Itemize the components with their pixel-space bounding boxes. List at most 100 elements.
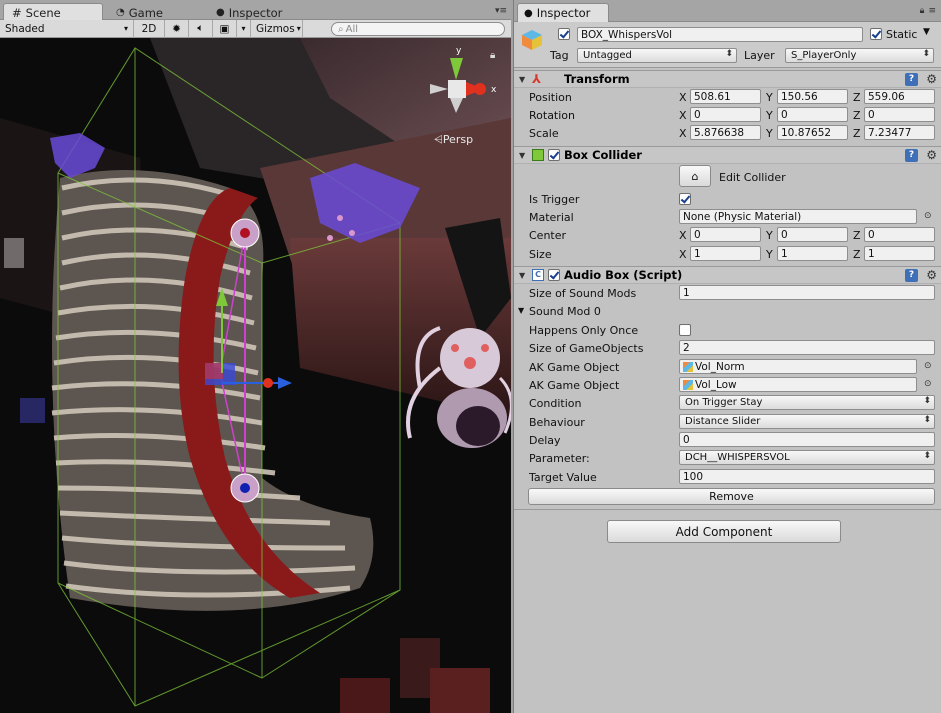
help-icon[interactable]: ? [905,268,918,282]
ak-gameobject-field-2[interactable]: Vol_Low [679,377,917,392]
static-dropdown-arrow-icon[interactable]: ▼ [923,27,930,37]
lock-icon[interactable]: 🔒︎ [920,6,925,16]
tag-dropdown[interactable]: Untagged [577,48,737,63]
dropdown-arrow-icon: ▾ [123,24,128,33]
size-sound-mods-label: Size of Sound Mods [529,287,637,300]
gizmos-dropdown[interactable]: Gizmos ▾ [251,19,303,38]
inspector-panel: ● Inspector 🔒︎ ≡ BOX_WhispersVol Static … [513,0,941,713]
rotation-x-field[interactable]: 0 [690,107,761,122]
active-checkbox[interactable] [558,28,570,40]
dropdown-arrow-icon: ▾ [296,24,301,33]
material-label: Material [529,211,574,224]
lock-icon[interactable]: 🔒︎ [490,50,495,61]
object-picker-icon[interactable]: ⊙ [924,379,934,389]
component-separator [514,509,941,510]
box-collider-enabled-checkbox[interactable] [548,149,560,161]
tab-menu-icon[interactable]: ≡ [928,6,936,16]
happens-once-checkbox[interactable] [679,324,691,336]
rotation-y-field[interactable]: 0 [777,107,848,122]
lighting-toggle-icon[interactable]: ✹ [165,19,189,38]
position-x-field[interactable]: 508.61 [690,89,761,104]
parameter-label: Parameter: [529,452,590,465]
rotation-z-field[interactable]: 0 [864,107,935,122]
size-x-field[interactable]: 1 [690,246,761,261]
projection-toggle[interactable]: ⩤Persp [434,133,473,147]
center-y-field[interactable]: 0 [777,227,848,242]
scale-y-field[interactable]: 10.87652 [777,125,848,140]
sound-mod-foldout-icon[interactable]: ▼ [518,306,524,315]
effects-dropdown-arrow-icon[interactable]: ▾ [237,19,251,38]
center-z-field[interactable]: 0 [864,227,935,242]
tag-label: Tag [550,49,569,62]
scene-search-input[interactable]: ⌕ All [331,22,505,36]
help-icon[interactable]: ? [905,148,918,162]
transform-header[interactable]: ▼ ⅄ Transform ? ⚙ [514,70,941,88]
tab-scene[interactable]: # Scene [3,3,103,20]
info-icon: ● [524,7,533,19]
gizmo-sphere-top[interactable] [230,218,260,248]
scale-x-field[interactable]: 5.876638 [690,125,761,140]
sound-mod-label[interactable]: Sound Mod 0 [529,305,601,318]
tab-menu-icon[interactable]: ▾≡ [495,6,507,16]
scale-z-field[interactable]: 7.23477 [864,125,935,140]
audio-box-enabled-checkbox[interactable] [548,269,560,281]
object-picker-icon[interactable]: ⊙ [924,361,934,371]
audio-box-header[interactable]: ▼ C Audio Box (Script) ? ⚙ [514,266,941,284]
ak-gameobject-label-1: AK Game Object [529,361,620,374]
effects-toggle-icon[interactable]: ▣ [213,19,237,38]
behaviour-dropdown[interactable]: Distance Slider [679,414,935,429]
size-z-field[interactable]: 1 [864,246,935,261]
2d-toggle-button[interactable]: 2D [134,19,165,38]
gizmo-axis-x-label: x [491,85,497,95]
tab-inspector-left[interactable]: ● Inspector [208,3,290,20]
layer-dropdown[interactable]: S_PlayerOnly [785,48,934,63]
ak-gameobject-field-1[interactable]: Vol_Norm [679,359,917,374]
is-trigger-checkbox[interactable] [679,193,691,205]
position-y-field[interactable]: 150.56 [777,89,848,104]
unity-editor: # Scene ◔ Game ● Inspector ▾≡ Shaded ▾ 2… [0,0,941,713]
position-z-field[interactable]: 559.06 [864,89,935,104]
projection-icon: ⩤ [434,133,443,146]
shading-mode-dropdown[interactable]: Shaded ▾ [0,19,134,38]
edit-collider-icon: ⌂ [691,169,699,183]
center-x-field[interactable]: 0 [690,227,761,242]
tab-game[interactable]: ◔ Game [108,3,171,20]
tab-inspector[interactable]: ● Inspector [517,3,609,22]
behaviour-label: Behaviour [529,416,585,429]
size-y-field[interactable]: 1 [777,246,848,261]
collapse-arrow-icon[interactable]: ▼ [519,151,525,160]
remove-button[interactable]: Remove [528,488,935,505]
audio-toggle-icon[interactable]: 🔈︎ [189,19,213,38]
target-value-field[interactable]: 100 [679,469,935,484]
condition-dropdown[interactable]: On Trigger Stay [679,395,935,410]
edit-collider-button[interactable]: ⌂ [679,165,711,187]
delay-field[interactable]: 0 [679,432,935,447]
material-field[interactable]: None (Physic Material) [679,209,917,224]
size-gameobjects-field[interactable]: 2 [679,340,935,355]
size-label: Size [529,248,552,261]
target-value-label: Target Value [529,471,597,484]
box-collider-header[interactable]: ▼ Box Collider ? ⚙ [514,146,941,164]
condition-label: Condition [529,397,582,410]
scene-viewport[interactable]: y x ⩤Persp 🔒︎ [0,38,511,713]
collapse-arrow-icon[interactable]: ▼ [519,75,525,84]
happens-once-label: Happens Only Once [529,324,639,337]
search-icon: ⌕ [338,23,344,35]
size-sound-mods-field[interactable]: 1 [679,285,935,300]
collapse-arrow-icon[interactable]: ▼ [519,271,525,280]
gear-icon[interactable]: ⚙ [926,72,937,86]
object-header: BOX_WhispersVol Static ▼ Tag Untagged La… [514,22,941,68]
parameter-dropdown[interactable]: DCH__WHISPERSVOL [679,450,935,465]
ak-gameobject-label-2: AK Game Object [529,379,620,392]
gizmo-sphere-bottom[interactable] [230,473,260,503]
add-component-button[interactable]: Add Component [607,520,841,543]
gameobject-cube-icon [522,30,542,50]
gear-icon[interactable]: ⚙ [926,148,937,162]
static-checkbox[interactable] [870,28,882,40]
scene-panel: # Scene ◔ Game ● Inspector ▾≡ Shaded ▾ 2… [0,0,511,713]
object-name-field[interactable]: BOX_WhispersVol [577,27,863,42]
help-icon[interactable]: ? [905,72,918,86]
object-picker-icon[interactable]: ⊙ [924,211,934,221]
gear-icon[interactable]: ⚙ [926,268,937,282]
inspector-tabbar: ● Inspector 🔒︎ ≡ [514,0,941,22]
